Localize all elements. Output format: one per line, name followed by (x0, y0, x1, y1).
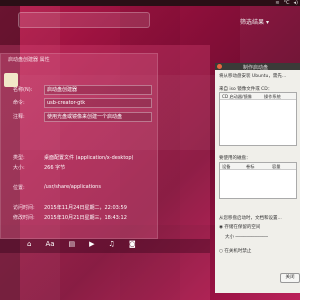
disk-list[interactable]: 设备 卷标 容量 (219, 162, 297, 199)
home-lens-icon[interactable]: ⌂ (27, 240, 31, 248)
music-lens-icon[interactable]: ♫ (109, 240, 115, 248)
dialog-intro: 将从移动盘安装 Ubuntu，需先... (219, 74, 287, 79)
command-field[interactable]: usb-creator-gtk (44, 98, 152, 108)
size-value: 266 字节 (44, 165, 66, 171)
target-label: 要使用的磁盘： (219, 156, 251, 161)
files-lens-icon[interactable]: ▤ (69, 240, 76, 248)
source-col2: 操作系统 (264, 93, 281, 99)
close-button[interactable]: 关闭 (280, 273, 300, 283)
location-value: /usr/share/applications (44, 184, 101, 190)
status-area[interactable]: ≋ °C ◂) (275, 0, 298, 6)
lens-icons[interactable]: ⌂ Aa ▤ ▶ ♫ ◙ (27, 240, 136, 248)
chevron-down-icon: ▾ (265, 19, 269, 26)
option-text-1: 从您移盘启动时，文档和设置... (219, 216, 282, 221)
close-icon[interactable] (217, 64, 222, 69)
col-device: 设备 (222, 163, 231, 169)
app-icon[interactable] (4, 73, 18, 87)
name-field[interactable]: 启动盘创建器 (44, 85, 152, 95)
option-radio-store[interactable]: ◉ 存储在保留的空间 (219, 224, 260, 230)
startup-disk-dialog: 制作启动盘 将从移动盘安装 Ubuntu，需先... 来自 iso 镜像文件或 … (215, 63, 300, 293)
dialog-title: 制作启动盘 (243, 65, 269, 71)
comment-label: 注释: (13, 114, 25, 120)
option-radio-discard[interactable]: ○ 在关机时禁止 (219, 248, 251, 254)
modified-value: 2015年10月21日星期三，18:43:12 (44, 215, 127, 221)
col-label: 卷标 (246, 163, 255, 169)
type-label: 类型: (13, 155, 25, 161)
dash-search-input[interactable] (18, 12, 150, 28)
accessed-value: 2015年11月24日星期二，22:03:59 (44, 205, 127, 211)
apps-lens-icon[interactable]: Aa (45, 240, 54, 248)
accessed-label: 访问时间: (13, 205, 35, 211)
wifi-icon[interactable]: ≋ (275, 0, 279, 6)
filter-results-button[interactable]: 筛选结果 ▾ (240, 17, 269, 26)
top-panel: ≋ °C ◂) (0, 0, 300, 6)
type-value: 桌面配置文件 (application/x-desktop) (44, 155, 134, 161)
comment-field[interactable]: 使用光盘或镜像来创建一个启动盘 (44, 112, 152, 122)
source-col1: CD 启动器/镜像 (222, 93, 252, 99)
video-lens-icon[interactable]: ▶ (89, 240, 94, 248)
volume-icon[interactable]: ◂) (294, 0, 298, 6)
col-capacity: 容量 (272, 163, 281, 169)
source-list-header: CD 启动器/镜像 操作系统 (220, 93, 296, 100)
window-title: 启动盘创建器 属性 (8, 57, 50, 63)
dialog-titlebar: 制作启动盘 (215, 63, 300, 71)
source-list[interactable]: CD 启动器/镜像 操作系统 (219, 92, 297, 146)
modified-label: 修改时间: (13, 215, 35, 221)
disk-list-header: 设备 卷标 容量 (220, 163, 296, 170)
name-label: 名称(N): (13, 87, 33, 93)
location-label: 位置: (13, 185, 25, 191)
properties-window: 启动盘创建器 属性 名称(N): 启动盘创建器 命令: usb-creator-… (0, 53, 158, 239)
temperature-indicator[interactable]: °C (284, 0, 290, 6)
command-label: 命令: (13, 100, 25, 106)
photo-lens-icon[interactable]: ◙ (129, 240, 136, 248)
size-label: 大小: (13, 165, 25, 171)
size-slider[interactable]: 大小 ──────────── (225, 234, 268, 240)
